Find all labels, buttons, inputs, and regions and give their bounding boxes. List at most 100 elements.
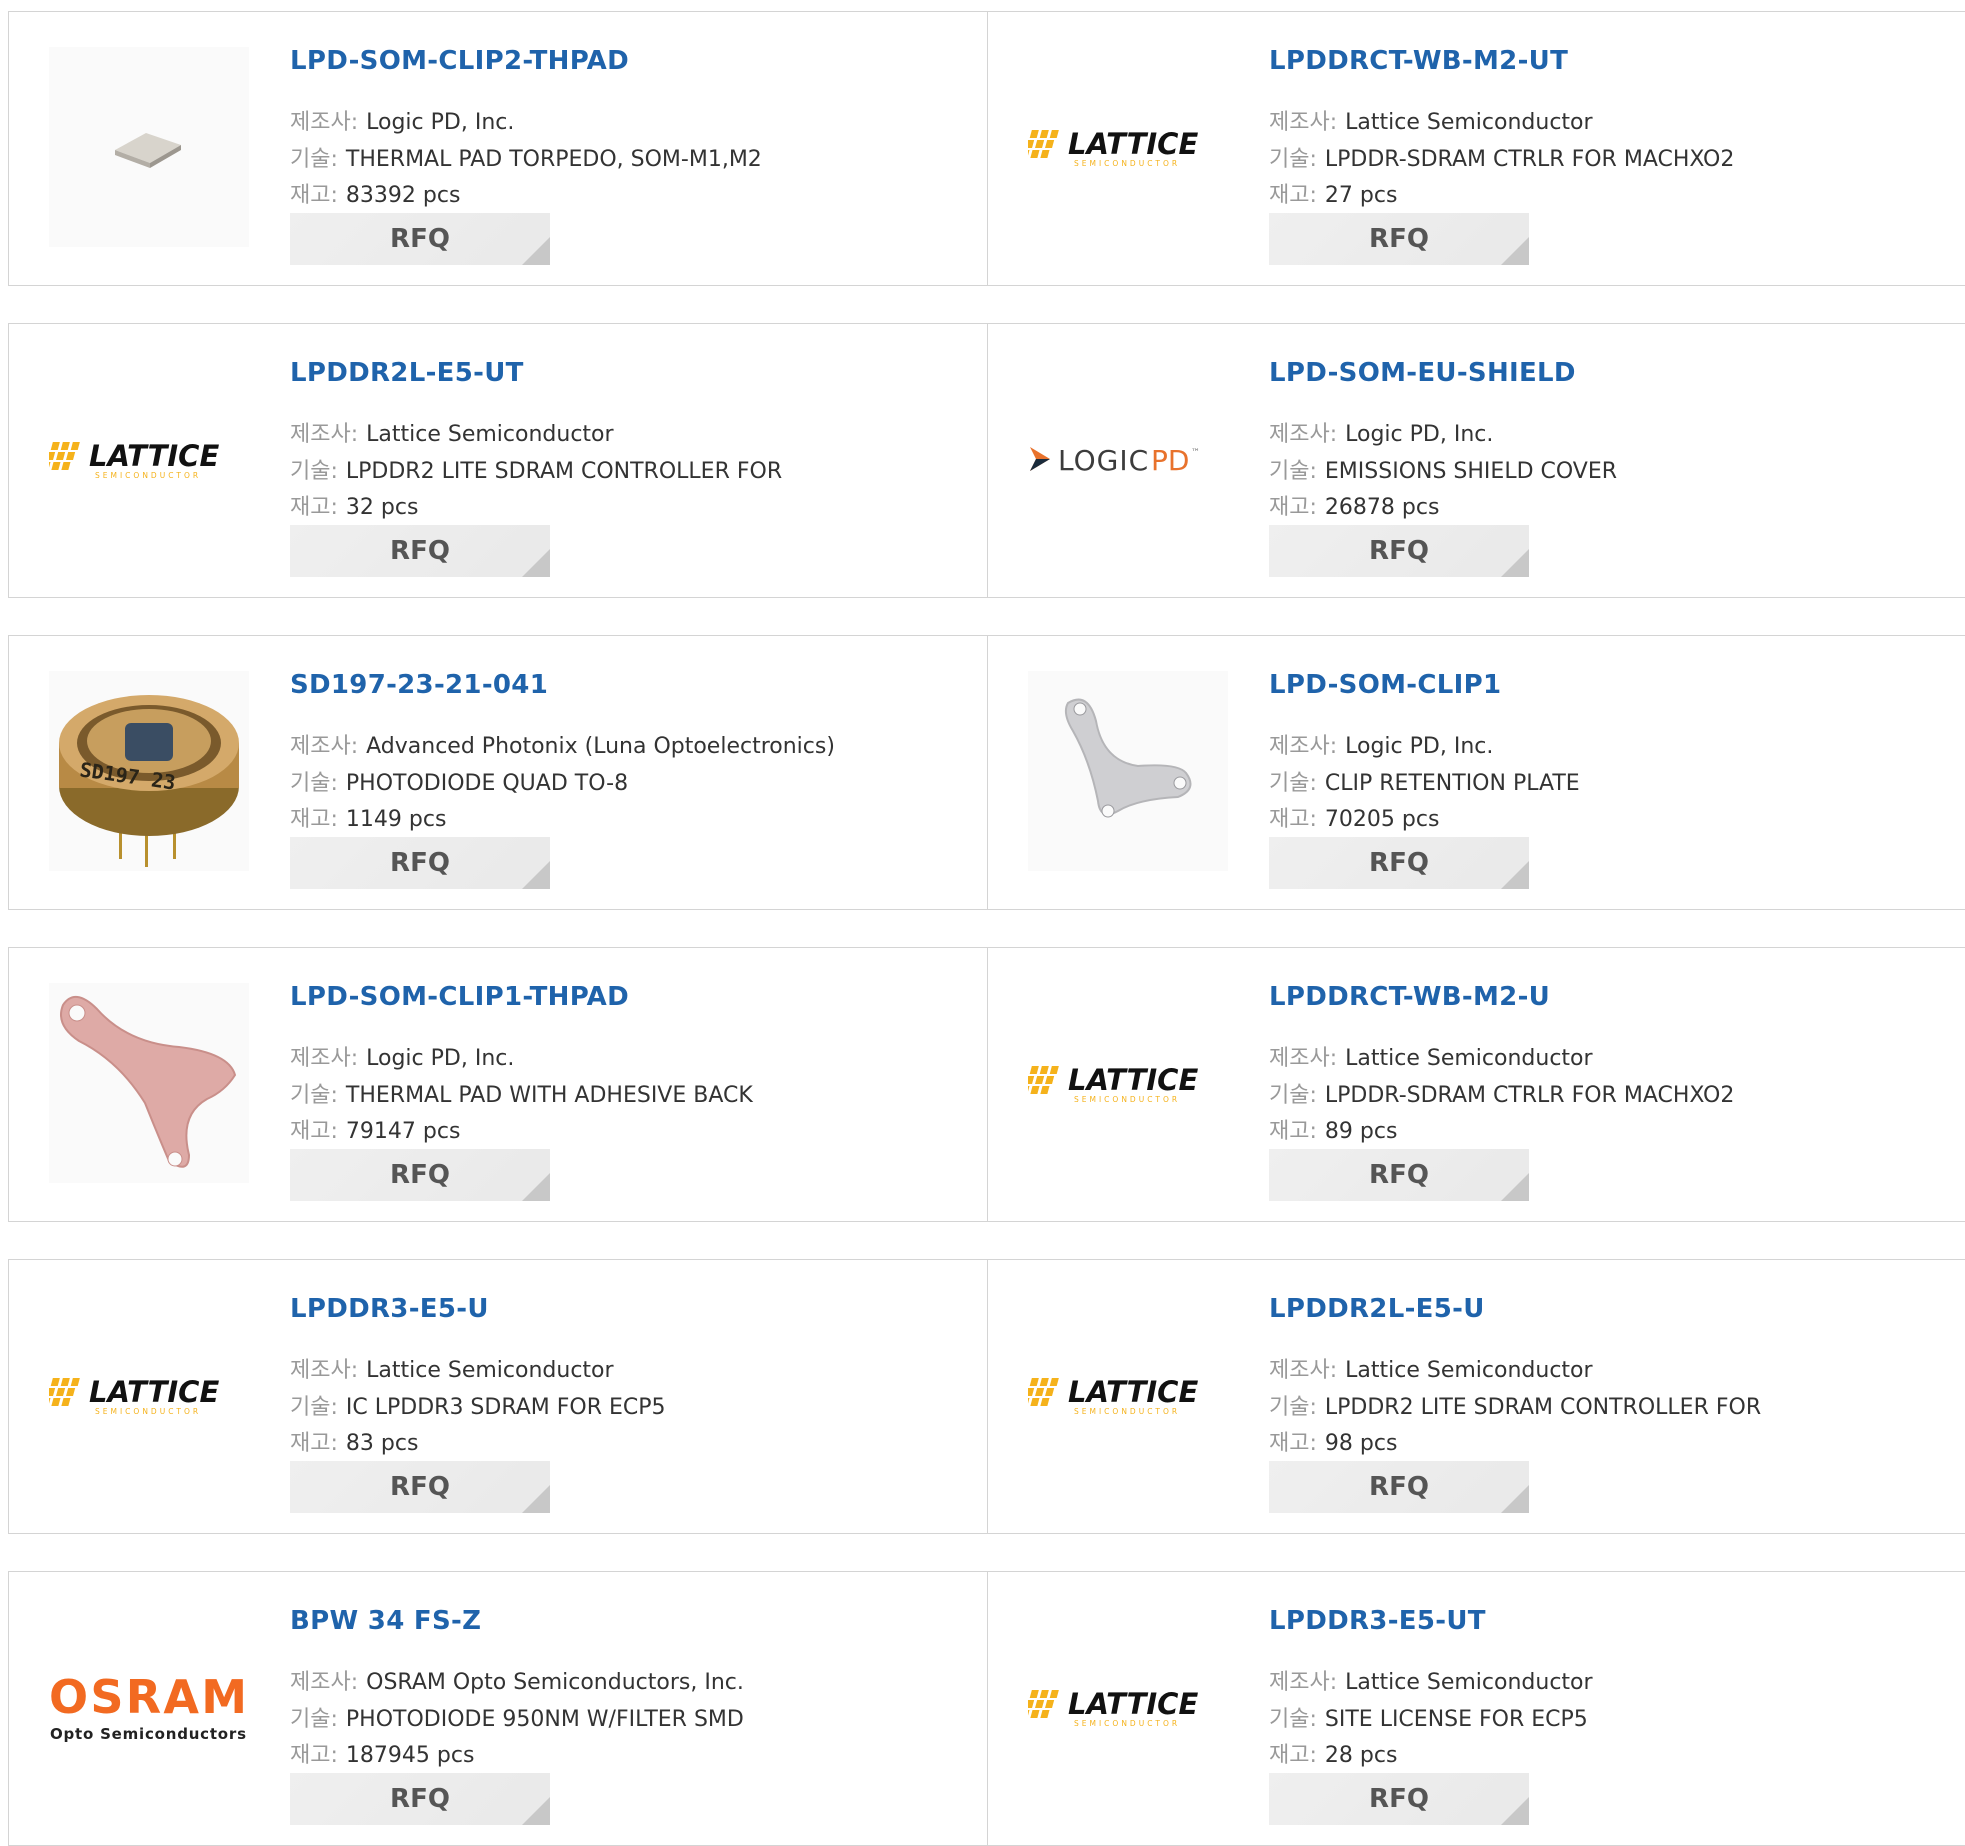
- manufacturer-line: 제조사: Lattice Semiconductor: [1269, 104, 1593, 136]
- svg-text:LOGIC: LOGIC: [1058, 444, 1149, 477]
- rfq-button[interactable]: RFQ: [1269, 1773, 1529, 1825]
- rfq-button[interactable]: RFQ: [290, 525, 550, 577]
- product-image[interactable]: LATTICE SEMICONDUCTOR: [1020, 985, 1228, 1185]
- svg-text:SEMICONDUCTOR: SEMICONDUCTOR: [1074, 1095, 1180, 1104]
- rfq-button-label: RFQ: [390, 536, 450, 566]
- product-image[interactable]: OSRAM Opto Semiconductors: [49, 1609, 249, 1809]
- product-image[interactable]: LATTICE SEMICONDUCTOR: [1020, 1609, 1228, 1809]
- stock-value: 26878 pcs: [1324, 495, 1440, 520]
- lattice-logo: LATTICE SEMICONDUCTOR: [1020, 122, 1228, 176]
- stock-label: 재고:: [1269, 1743, 1317, 1768]
- description-value: LPDDR-SDRAM CTRLR FOR MACHXO2: [1324, 147, 1735, 172]
- stock-value: 1149 pcs: [345, 807, 447, 832]
- rfq-button-label: RFQ: [1369, 224, 1429, 254]
- rfq-button[interactable]: RFQ: [290, 1773, 550, 1825]
- manufacturer-line: 제조사: Lattice Semiconductor: [290, 1352, 614, 1384]
- product-image[interactable]: [49, 47, 249, 249]
- product-card: LOGIC PD ™ LPD-SOM-EU-SHIELD 제조사: Logic PD,…: [987, 324, 1965, 597]
- part-number-link[interactable]: LPDDR3-E5-UT: [1269, 1606, 1486, 1636]
- rfq-button[interactable]: RFQ: [290, 1149, 550, 1201]
- product-card: OSRAM Opto Semiconductors BPW 34 FS-Z 제조사…: [9, 1572, 987, 1845]
- svg-text:LATTICE: LATTICE: [89, 439, 219, 473]
- product-row: LATTICE SEMICONDUCTOR LPDDR3-E5-U 제조사: Lat…: [8, 1259, 1965, 1534]
- rfq-corner-decoration: [522, 1485, 550, 1513]
- product-image[interactable]: [49, 983, 249, 1185]
- stock-line: 재고: 26878 pcs: [1269, 489, 1439, 521]
- part-number-link[interactable]: BPW 34 FS-Z: [290, 1606, 481, 1636]
- description-label: 기술:: [290, 459, 338, 484]
- product-card: LATTICE SEMICONDUCTOR LPDDR2L-E5-U 제조사: La…: [987, 1260, 1965, 1533]
- description-value: THERMAL PAD TORPEDO, SOM-M1,M2: [345, 147, 762, 172]
- rfq-button[interactable]: RFQ: [1269, 837, 1529, 889]
- svg-text:LATTICE: LATTICE: [89, 1375, 219, 1409]
- product-image[interactable]: LATTICE SEMICONDUCTOR: [1020, 49, 1228, 249]
- svg-text:™: ™: [1191, 448, 1200, 458]
- description-label: 기술:: [290, 147, 338, 172]
- part-number-link[interactable]: LPDDR3-E5-U: [290, 1294, 489, 1324]
- product-image[interactable]: LATTICE SEMICONDUCTOR: [41, 361, 249, 561]
- part-number-link[interactable]: LPD-SOM-CLIP1: [1269, 670, 1501, 700]
- manufacturer-label: 제조사:: [290, 734, 359, 759]
- stock-line: 재고: 28 pcs: [1269, 1737, 1397, 1769]
- svg-text:SEMICONDUCTOR: SEMICONDUCTOR: [1074, 159, 1180, 168]
- stock-label: 재고:: [290, 1743, 338, 1768]
- part-number-link[interactable]: LPDDR2L-E5-UT: [290, 358, 524, 388]
- stock-label: 재고:: [1269, 1431, 1317, 1456]
- lattice-logo: LATTICE SEMICONDUCTOR: [41, 1370, 249, 1424]
- part-number-link[interactable]: SD197-23-21-041: [290, 670, 548, 700]
- manufacturer-line: 제조사: Logic PD, Inc.: [1269, 728, 1493, 760]
- part-number-link[interactable]: LPDDRCT-WB-M2-U: [1269, 982, 1550, 1012]
- manufacturer-line: 제조사: Lattice Semiconductor: [1269, 1664, 1593, 1696]
- rfq-button[interactable]: RFQ: [1269, 213, 1529, 265]
- stock-line: 재고: 83 pcs: [290, 1425, 418, 1457]
- stock-value: 70205 pcs: [1324, 807, 1440, 832]
- description-line: 기술: SITE LICENSE FOR ECP5: [1269, 1701, 1588, 1733]
- part-number-link[interactable]: LPD-SOM-CLIP2-THPAD: [290, 46, 629, 76]
- rfq-corner-decoration: [522, 237, 550, 265]
- part-number-link[interactable]: LPDDRCT-WB-M2-UT: [1269, 46, 1568, 76]
- rfq-button[interactable]: RFQ: [290, 837, 550, 889]
- stock-value: 79147 pcs: [345, 1119, 461, 1144]
- product-image[interactable]: LATTICE SEMICONDUCTOR: [1020, 1297, 1228, 1497]
- stock-label: 재고:: [290, 1119, 338, 1144]
- manufacturer-label: 제조사:: [290, 1358, 359, 1383]
- rfq-button-label: RFQ: [1369, 1160, 1429, 1190]
- lattice-logo: LATTICE SEMICONDUCTOR: [1020, 1682, 1228, 1736]
- description-value: LPDDR2 LITE SDRAM CONTROLLER FOR: [345, 459, 783, 484]
- description-line: 기술: EMISSIONS SHIELD COVER: [1269, 453, 1617, 485]
- product-image[interactable]: [1028, 671, 1228, 873]
- product-image[interactable]: LOGIC PD ™: [1028, 361, 1228, 561]
- product-image[interactable]: SD197 23: [49, 671, 249, 873]
- rfq-button[interactable]: RFQ: [290, 1461, 550, 1513]
- manufacturer-label: 제조사:: [1269, 110, 1338, 135]
- stock-label: 재고:: [290, 495, 338, 520]
- svg-text:LATTICE: LATTICE: [1068, 1063, 1198, 1097]
- rfq-button-label: RFQ: [1369, 848, 1429, 878]
- manufacturer-value: Lattice Semiconductor: [1345, 1358, 1593, 1383]
- manufacturer-label: 제조사:: [1269, 1358, 1338, 1383]
- description-line: 기술: LPDDR2 LITE SDRAM CONTROLLER FOR: [1269, 1389, 1761, 1421]
- rfq-button[interactable]: RFQ: [290, 213, 550, 265]
- product-image[interactable]: LATTICE SEMICONDUCTOR: [41, 1297, 249, 1497]
- rfq-button-label: RFQ: [1369, 1784, 1429, 1814]
- description-value: THERMAL PAD WITH ADHESIVE BACK: [345, 1083, 753, 1108]
- description-line: 기술: LPDDR-SDRAM CTRLR FOR MACHXO2: [1269, 1077, 1734, 1109]
- manufacturer-value: Lattice Semiconductor: [366, 1358, 614, 1383]
- rfq-button[interactable]: RFQ: [1269, 1149, 1529, 1201]
- stock-value: 83 pcs: [345, 1431, 419, 1456]
- manufacturer-line: 제조사: Logic PD, Inc.: [290, 104, 514, 136]
- product-row: LATTICE SEMICONDUCTOR LPDDR2L-E5-UT 제조사: L…: [8, 323, 1965, 598]
- manufacturer-value: Logic PD, Inc.: [366, 110, 515, 135]
- part-number-link[interactable]: LPD-SOM-CLIP1-THPAD: [290, 982, 629, 1012]
- product-card: LPD-SOM-CLIP1 제조사: Logic PD, Inc. 기술: CLIP…: [987, 636, 1965, 909]
- svg-text:SEMICONDUCTOR: SEMICONDUCTOR: [1074, 1407, 1180, 1416]
- part-number-link[interactable]: LPD-SOM-EU-SHIELD: [1269, 358, 1576, 388]
- part-number-link[interactable]: LPDDR2L-E5-U: [1269, 1294, 1485, 1324]
- manufacturer-line: 제조사: Advanced Photonix (Luna Optoelectron…: [290, 728, 835, 760]
- rfq-button[interactable]: RFQ: [1269, 525, 1529, 577]
- manufacturer-value: Logic PD, Inc.: [366, 1046, 515, 1071]
- rfq-button[interactable]: RFQ: [1269, 1461, 1529, 1513]
- description-value: LPDDR-SDRAM CTRLR FOR MACHXO2: [1324, 1083, 1735, 1108]
- description-line: 기술: PHOTODIODE QUAD TO-8: [290, 765, 628, 797]
- product-card: LATTICE SEMICONDUCTOR LPDDR3-E5-U 제조사: Lat…: [9, 1260, 987, 1533]
